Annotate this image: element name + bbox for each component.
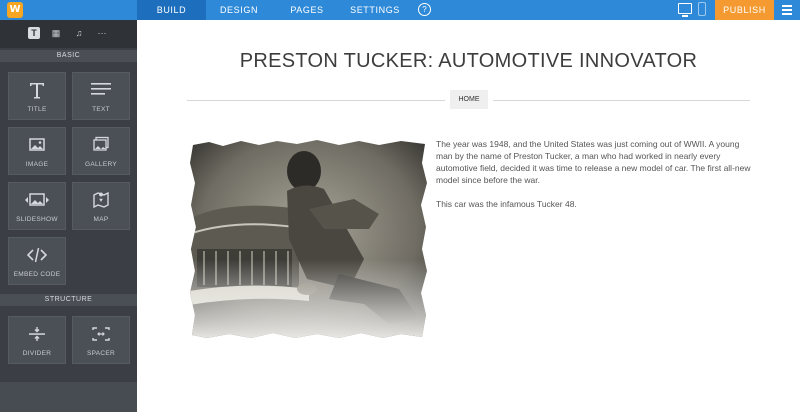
section-structure: STRUCTURE — [0, 294, 137, 306]
tile-map[interactable]: MAP — [72, 182, 130, 230]
tab-layouts[interactable]: ▦ — [50, 27, 62, 39]
desktop-view-icon[interactable] — [678, 3, 692, 17]
tile-slideshow[interactable]: SLIDESHOW — [8, 182, 66, 230]
page-title[interactable]: PRESTON TUCKER: AUTOMOTIVE INNOVATOR — [137, 50, 800, 73]
tab-elements[interactable]: T — [28, 27, 40, 39]
header-divider-right — [493, 100, 750, 101]
header-divider-left — [187, 100, 445, 101]
title-icon — [9, 81, 65, 99]
nav-settings[interactable]: SETTINGS — [342, 0, 408, 20]
paragraph-1: The year was 1948, and the United States… — [436, 139, 751, 185]
tab-media[interactable]: ♫ — [73, 27, 85, 39]
top-bar: W BUILD DESIGN PAGES SETTINGS ? PUBLISH — [0, 0, 800, 20]
image-icon — [9, 136, 65, 154]
section-basic: BASIC — [0, 50, 137, 62]
tile-title[interactable]: TITLE — [8, 72, 66, 120]
nav-build[interactable]: BUILD — [137, 0, 206, 20]
tile-embed-code[interactable]: EMBED CODE — [8, 237, 66, 285]
page-canvas: PRESTON TUCKER: AUTOMOTIVE INNOVATOR HOM… — [137, 20, 800, 412]
text-icon — [73, 81, 129, 99]
tab-more[interactable]: ··· — [96, 27, 108, 39]
nav-pages[interactable]: PAGES — [272, 0, 342, 20]
publish-button[interactable]: PUBLISH — [715, 0, 774, 20]
nav-home-button[interactable]: HOME — [450, 90, 488, 109]
gallery-icon — [73, 136, 129, 154]
tile-text[interactable]: TEXT — [72, 72, 130, 120]
sidebar-tabs: T ▦ ♫ ··· — [0, 20, 137, 48]
tile-label: SLIDESHOW — [16, 216, 58, 223]
sidebar: T ▦ ♫ ··· BASIC TITLE TEXT IMAGE GALLERY — [0, 20, 137, 412]
tile-label: TEXT — [92, 106, 110, 113]
body-text[interactable]: The year was 1948, and the United States… — [436, 138, 756, 222]
sidebar-footer — [0, 382, 137, 412]
tucker-photo[interactable] — [189, 139, 429, 340]
paragraph-2: This car was the infamous Tucker 48. — [436, 199, 577, 209]
mobile-view-icon[interactable] — [698, 2, 706, 16]
embed-code-icon — [9, 246, 65, 264]
tile-label: GALLERY — [85, 161, 117, 168]
slideshow-icon — [9, 191, 65, 209]
tile-label: TITLE — [27, 106, 47, 113]
tile-label: IMAGE — [25, 161, 49, 168]
tile-label: DIVIDER — [22, 350, 52, 357]
tile-divider[interactable]: DIVIDER — [8, 316, 66, 364]
tile-image[interactable]: IMAGE — [8, 127, 66, 175]
tile-label: SPACER — [86, 350, 116, 357]
tile-gallery[interactable]: GALLERY — [72, 127, 130, 175]
divider-icon — [9, 325, 65, 343]
hamburger-menu-icon[interactable] — [782, 5, 792, 17]
nav-design[interactable]: DESIGN — [206, 0, 272, 20]
help-icon[interactable]: ? — [418, 3, 431, 16]
spacer-icon — [73, 325, 129, 343]
tile-label: EMBED CODE — [13, 271, 61, 278]
tile-label: MAP — [93, 216, 109, 223]
map-icon — [73, 191, 129, 209]
tile-spacer[interactable]: SPACER — [72, 316, 130, 364]
weebly-logo[interactable]: W — [7, 2, 23, 18]
